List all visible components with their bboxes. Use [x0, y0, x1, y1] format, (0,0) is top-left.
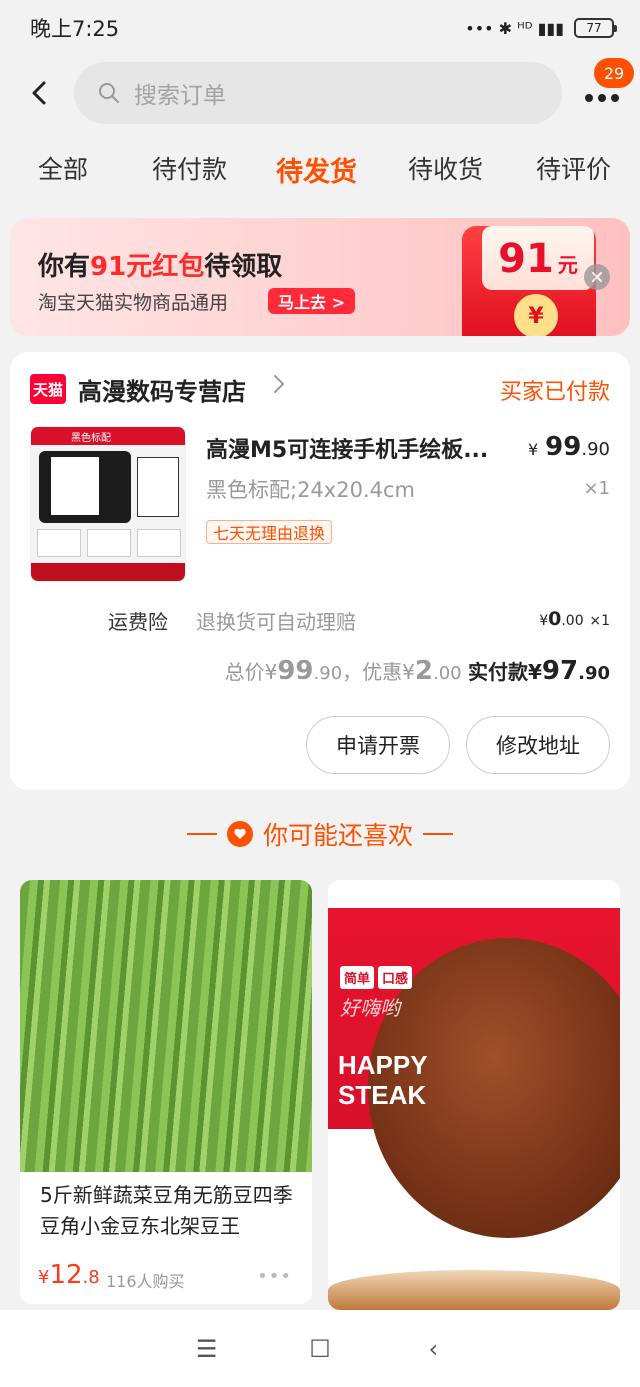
insurance-quantity: ×1: [589, 613, 610, 629]
product-price: ¥ 99.90: [528, 432, 610, 462]
tab-pending-review[interactable]: 待评价: [536, 150, 611, 186]
rec-price-integer: 12: [49, 1260, 83, 1290]
insurance-decimal: .00: [561, 613, 584, 629]
insurance-label: 运费险: [108, 610, 168, 634]
coupon-card: 91 元: [482, 226, 594, 290]
recommend-title: 你可能还喜欢: [262, 821, 413, 850]
recommend-header: 你可能还喜欢: [0, 812, 640, 856]
specs-graphic: [137, 457, 179, 517]
home-icon[interactable]: ☐: [300, 1335, 340, 1363]
go-now-button[interactable]: 马上去 >: [268, 288, 355, 314]
rec-price-decimal: .8: [82, 1267, 100, 1288]
notification-badge: 29: [594, 58, 634, 88]
search-placeholder: 搜索订单: [134, 83, 226, 109]
coupon-unit: 元: [557, 253, 578, 277]
tab-pending-payment[interactable]: 待付款: [152, 150, 227, 186]
total-label: 总价¥: [224, 660, 278, 684]
search-input[interactable]: 搜索订单: [74, 62, 562, 124]
product-image[interactable]: 黑色标配: [30, 426, 186, 582]
accessory-graphic: [87, 529, 131, 557]
paid-integer: 97: [541, 656, 579, 686]
header: 搜索订单 29: [0, 58, 640, 124]
recommend-card[interactable]: 简单 口感 好嗨哟 HAPPY STEAK: [328, 880, 620, 1310]
red-packet-banner[interactable]: 你有91元红包待领取 淘宝天猫实物商品通用 马上去 > 91 元 ¥: [10, 218, 630, 336]
more-dots-icon[interactable]: •••: [257, 1266, 292, 1287]
divider-line: [423, 833, 453, 835]
sauce-graphic: [328, 1270, 620, 1310]
heart-icon: [226, 821, 253, 847]
discount-integer: 2: [414, 656, 433, 686]
total-integer: 99: [277, 656, 314, 686]
price-integer: 99: [545, 432, 582, 462]
banner-title-prefix: 你有: [38, 252, 91, 282]
discount-label: ，优惠¥: [342, 660, 415, 684]
product-quantity: ×1: [583, 478, 610, 499]
divider-line: [186, 833, 217, 835]
tablet-graphic: [39, 451, 131, 523]
status-icons: ••• ✱ ᴴᴰ ▮▮▮ 77: [465, 18, 617, 38]
close-icon: [592, 272, 602, 282]
rec-price-currency: ¥: [38, 1267, 50, 1288]
status-time: 晚上7:25: [30, 17, 120, 41]
signal-icons: ••• ✱ ᴴᴰ ▮▮▮: [465, 18, 564, 38]
back-icon[interactable]: ‹: [413, 1335, 453, 1363]
recommend-card[interactable]: 5斤新鲜蔬菜豆角无筋豆四季豆角小金豆东北架豆王 ¥12.8 116人购买 •••: [20, 880, 312, 1304]
status-bar: 晚上7:25 ••• ✱ ᴴᴰ ▮▮▮ 77: [0, 0, 640, 56]
recommend-item-sold: 116人购买: [106, 1272, 185, 1291]
chevron-left-icon: [32, 81, 46, 105]
steak-headline-line1: HAPPY: [338, 1050, 428, 1080]
product-image-title: 黑色标配: [71, 433, 111, 444]
insurance-desc: 退换货可自动理赔: [196, 610, 356, 634]
total-decimal: .90: [313, 663, 343, 684]
banner-subtitle: 淘宝天猫实物商品通用: [38, 292, 229, 314]
paid-label: 实付款¥: [468, 660, 542, 684]
tab-pending-receipt[interactable]: 待收货: [408, 150, 483, 186]
order-totals: 总价¥99.90，优惠¥2.00 实付款¥97.90: [225, 656, 610, 686]
paid-decimal: .90: [578, 663, 610, 684]
tmall-logo: 天猫: [30, 374, 66, 404]
accessory-graphic: [137, 529, 181, 557]
green-beans-image: [20, 880, 312, 1172]
steak-headline: HAPPY STEAK: [338, 1050, 428, 1110]
order-status: 买家已付款: [499, 380, 610, 405]
banner-title-highlight: 91元红包: [90, 252, 205, 282]
product-image-footer: [31, 563, 185, 581]
shop-name[interactable]: 高漫数码专营店: [78, 372, 246, 407]
banner-title: 你有91元红包待领取: [38, 246, 282, 283]
steak-tags: 简单 口感: [340, 966, 413, 989]
tab-all[interactable]: 全部: [38, 150, 88, 186]
steak-script-text: 好嗨哟: [340, 996, 400, 1020]
steak-tag: 简单: [340, 966, 375, 989]
product-sku: 黑色标配;24x20.4cm: [206, 478, 415, 502]
steak-tag: 口感: [378, 966, 413, 989]
banner-title-suffix: 待领取: [204, 252, 283, 282]
steak-headline-line2: STEAK: [338, 1080, 427, 1110]
recommend-item-name: 5斤新鲜蔬菜豆角无筋豆四季豆角小金豆东北架豆王: [40, 1183, 293, 1238]
tab-pending-shipment[interactable]: 待发货: [276, 150, 357, 189]
coupon-amount: 91: [498, 236, 554, 282]
price-currency: ¥: [527, 440, 539, 459]
price-decimal: .90: [581, 439, 610, 460]
recommend-item-price: ¥12.8: [38, 1260, 100, 1290]
more-dots-icon: [585, 94, 619, 102]
request-invoice-button[interactable]: 申请开票: [306, 716, 450, 774]
insurance-currency: ¥: [539, 613, 549, 629]
search-icon: [99, 83, 119, 103]
order-tabs: 全部 待付款 待发货 待收货 待评价: [0, 150, 640, 198]
battery-icon: 77: [574, 18, 617, 38]
discount-decimal: .00: [433, 663, 462, 684]
product-title[interactable]: 高漫M5可连接手机手绘板...: [206, 432, 488, 464]
menu-icon[interactable]: ☰: [187, 1335, 227, 1363]
change-address-button[interactable]: 修改地址: [466, 716, 610, 774]
order-card: 天猫 高漫数码专营店 买家已付款 黑色标配 高漫M5可连接手机手绘板... ¥ …: [10, 352, 630, 790]
return-policy-tag: 七天无理由退换: [206, 520, 333, 544]
close-banner-button[interactable]: [584, 264, 610, 290]
insurance-price: ¥0.00 ×1: [539, 608, 610, 630]
yen-coin-icon: ¥: [514, 294, 558, 336]
insurance-integer: 0: [548, 608, 562, 630]
back-button[interactable]: [26, 79, 54, 107]
chevron-right-icon: [272, 372, 286, 402]
system-nav-bar: ☰ ☐ ‹: [0, 1310, 640, 1387]
accessory-graphic: [37, 529, 81, 557]
